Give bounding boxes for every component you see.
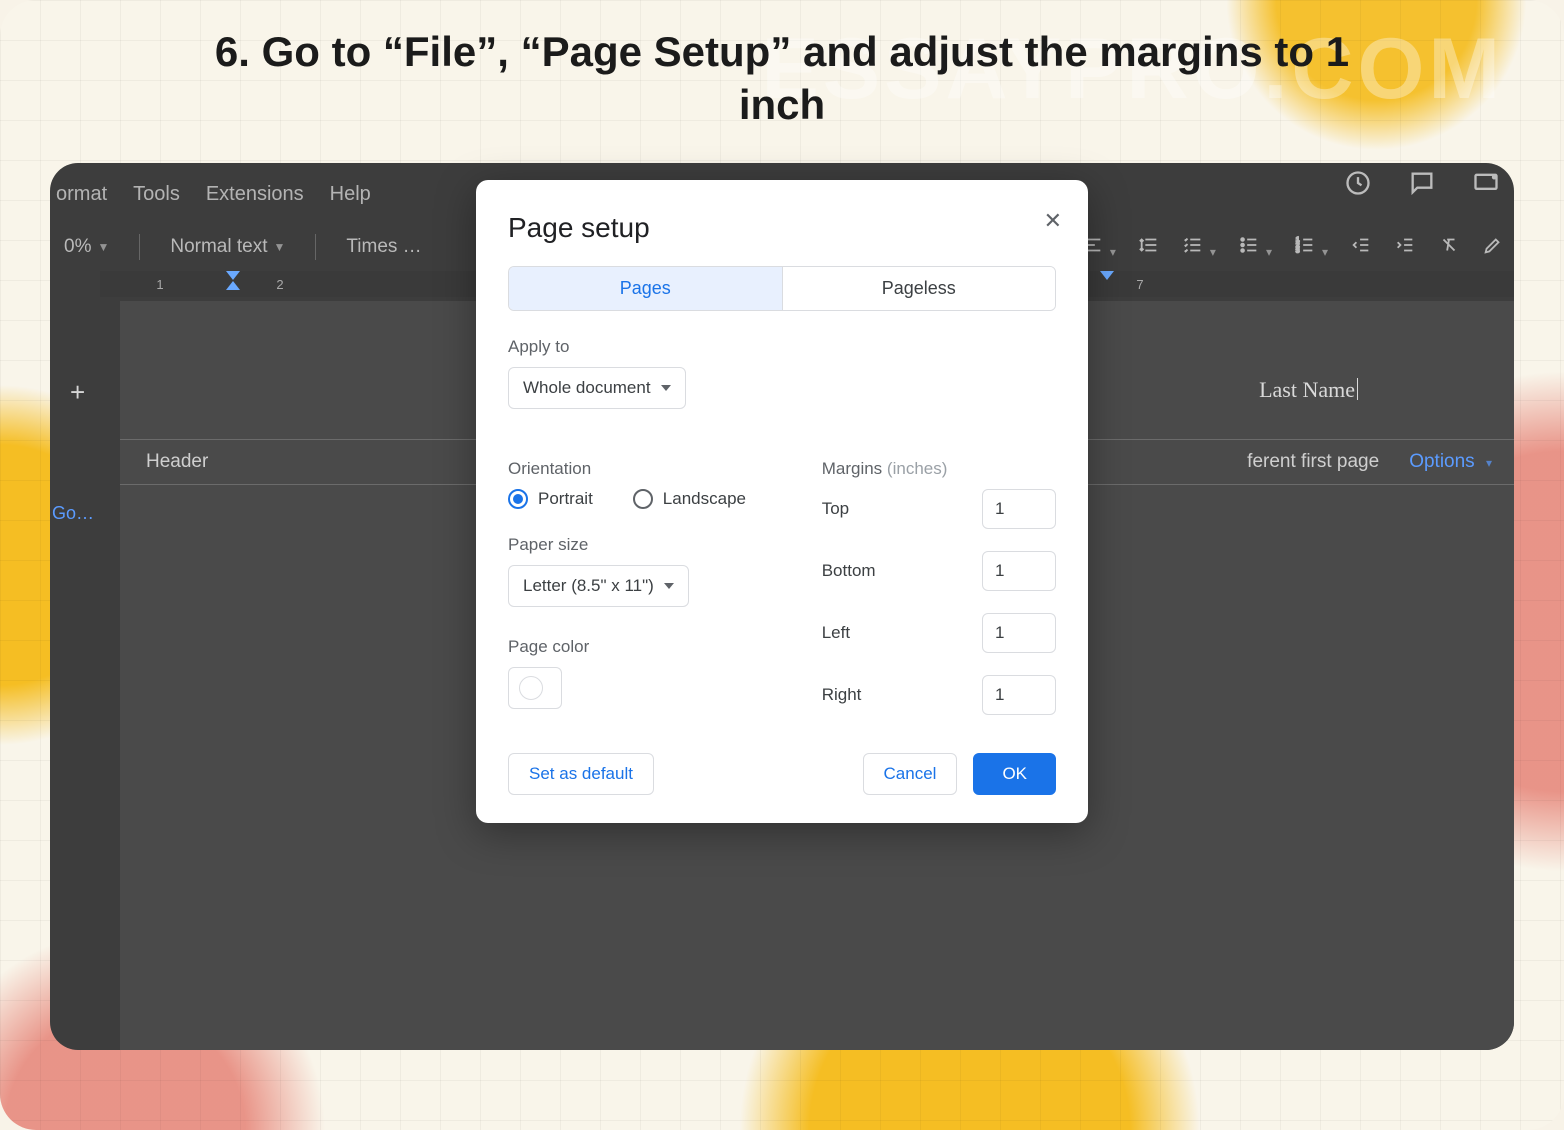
- chevron-down-icon: [664, 583, 674, 589]
- margin-left-input[interactable]: [982, 613, 1056, 653]
- ok-button[interactable]: OK: [973, 753, 1056, 795]
- outline-link[interactable]: Go…: [50, 503, 94, 524]
- first-line-indent-marker[interactable]: [226, 271, 240, 280]
- menu-format[interactable]: ormat: [56, 183, 107, 206]
- history-icon[interactable]: [1344, 169, 1372, 202]
- apply-to-label: Apply to: [508, 337, 1056, 357]
- instruction-text: 6. Go to “File”, “Page Setup” and adjust…: [180, 26, 1384, 131]
- add-tab-button[interactable]: +: [70, 377, 85, 408]
- color-swatch: [519, 676, 543, 700]
- style-value: Normal text: [170, 236, 267, 258]
- caret-icon: ▾: [1110, 245, 1116, 259]
- orientation-label: Orientation: [508, 459, 766, 479]
- cancel-button[interactable]: Cancel: [863, 753, 958, 795]
- margin-top-input[interactable]: [982, 489, 1056, 529]
- caret-icon: ▾: [1266, 245, 1272, 259]
- page-color-label: Page color: [508, 637, 766, 657]
- margin-right-input[interactable]: [982, 675, 1056, 715]
- margin-top-label: Top: [822, 499, 960, 519]
- toolbar-separator: [139, 234, 140, 260]
- app-top-right-icons: [1344, 169, 1500, 202]
- svg-text:3: 3: [1296, 247, 1300, 254]
- margins-unit: (inches): [887, 459, 947, 478]
- left-indent-marker[interactable]: [226, 281, 240, 290]
- portrait-label: Portrait: [538, 489, 593, 509]
- margin-right-label: Right: [822, 685, 960, 705]
- caret-icon: ▾: [1322, 245, 1328, 259]
- menu-extensions[interactable]: Extensions: [206, 183, 304, 206]
- margin-bottom-label: Bottom: [822, 561, 960, 581]
- dialog-action-row: Set as default Cancel OK: [508, 753, 1056, 795]
- apply-to-dropdown[interactable]: Whole document: [508, 367, 686, 409]
- ruler-number: 2: [276, 277, 283, 292]
- chevron-down-icon: [661, 385, 671, 391]
- decrease-indent-icon[interactable]: [1350, 234, 1372, 261]
- tab-pages[interactable]: Pages: [509, 267, 782, 310]
- header-label: Header: [146, 451, 208, 473]
- radio-landscape[interactable]: Landscape: [633, 489, 746, 509]
- dialog-tabs: Pages Pageless: [508, 266, 1056, 311]
- menu-tools[interactable]: Tools: [133, 183, 180, 206]
- instruction-banner: 6. Go to “File”, “Page Setup” and adjust…: [0, 26, 1564, 131]
- close-icon[interactable]: ✕: [1044, 208, 1062, 234]
- different-first-page-checkbox-label[interactable]: ferent first page: [1247, 451, 1379, 473]
- apply-to-value: Whole document: [523, 378, 651, 398]
- font-dropdown[interactable]: Times …: [332, 230, 435, 264]
- menu-help[interactable]: Help: [330, 183, 371, 206]
- page-color-dropdown[interactable]: [508, 667, 562, 709]
- text-cursor: [1357, 378, 1358, 400]
- caret-icon: ▾: [1210, 245, 1216, 259]
- margin-bottom-input[interactable]: [982, 551, 1056, 591]
- document-header-text[interactable]: Last Name: [1259, 377, 1358, 403]
- margin-left-label: Left: [822, 623, 960, 643]
- comment-icon[interactable]: [1408, 169, 1436, 202]
- style-dropdown[interactable]: Normal text ▼: [156, 230, 299, 264]
- last-name-text: Last Name: [1259, 377, 1355, 402]
- set-as-default-button[interactable]: Set as default: [508, 753, 654, 795]
- tab-pageless[interactable]: Pageless: [782, 267, 1056, 310]
- present-icon[interactable]: [1472, 169, 1500, 202]
- caret-icon: ▼: [97, 240, 109, 254]
- landscape-label: Landscape: [663, 489, 746, 509]
- radio-portrait[interactable]: Portrait: [508, 489, 593, 509]
- menu-bar: ormat Tools Extensions Help: [56, 183, 371, 206]
- edit-mode-icon[interactable]: [1482, 234, 1504, 261]
- line-spacing-icon[interactable]: [1138, 234, 1160, 261]
- page-setup-dialog: Page setup ✕ Pages Pageless Apply to Who…: [476, 180, 1088, 823]
- numbered-list-icon[interactable]: 123▾: [1294, 234, 1328, 261]
- checklist-icon[interactable]: ▾: [1182, 234, 1216, 261]
- bulleted-list-icon[interactable]: ▾: [1238, 234, 1272, 261]
- toolbar-right: ▾ ▾ ▾ 123▾: [1082, 225, 1504, 269]
- clear-formatting-icon[interactable]: [1438, 234, 1460, 261]
- zoom-dropdown[interactable]: 0% ▼: [50, 230, 123, 264]
- paper-size-dropdown[interactable]: Letter (8.5" x 11"): [508, 565, 689, 607]
- options-label: Options: [1409, 451, 1474, 472]
- font-value: Times …: [346, 236, 421, 258]
- toolbar-separator: [315, 234, 316, 260]
- margins-label: Margins (inches): [822, 459, 1056, 479]
- caret-icon: ▼: [274, 240, 286, 254]
- paper-size-label: Paper size: [508, 535, 766, 555]
- caret-icon: ▾: [1486, 456, 1492, 470]
- zoom-value: 0%: [64, 236, 91, 258]
- orientation-radios: Portrait Landscape: [508, 489, 766, 509]
- ruler-number: 7: [1136, 277, 1143, 292]
- increase-indent-icon[interactable]: [1394, 234, 1416, 261]
- ruler-number: 1: [156, 277, 163, 292]
- dialog-title: Page setup: [508, 212, 1056, 244]
- right-indent-marker[interactable]: [1100, 271, 1114, 280]
- paper-size-value: Letter (8.5" x 11"): [523, 576, 654, 596]
- header-options-dropdown[interactable]: Options ▾: [1409, 451, 1492, 473]
